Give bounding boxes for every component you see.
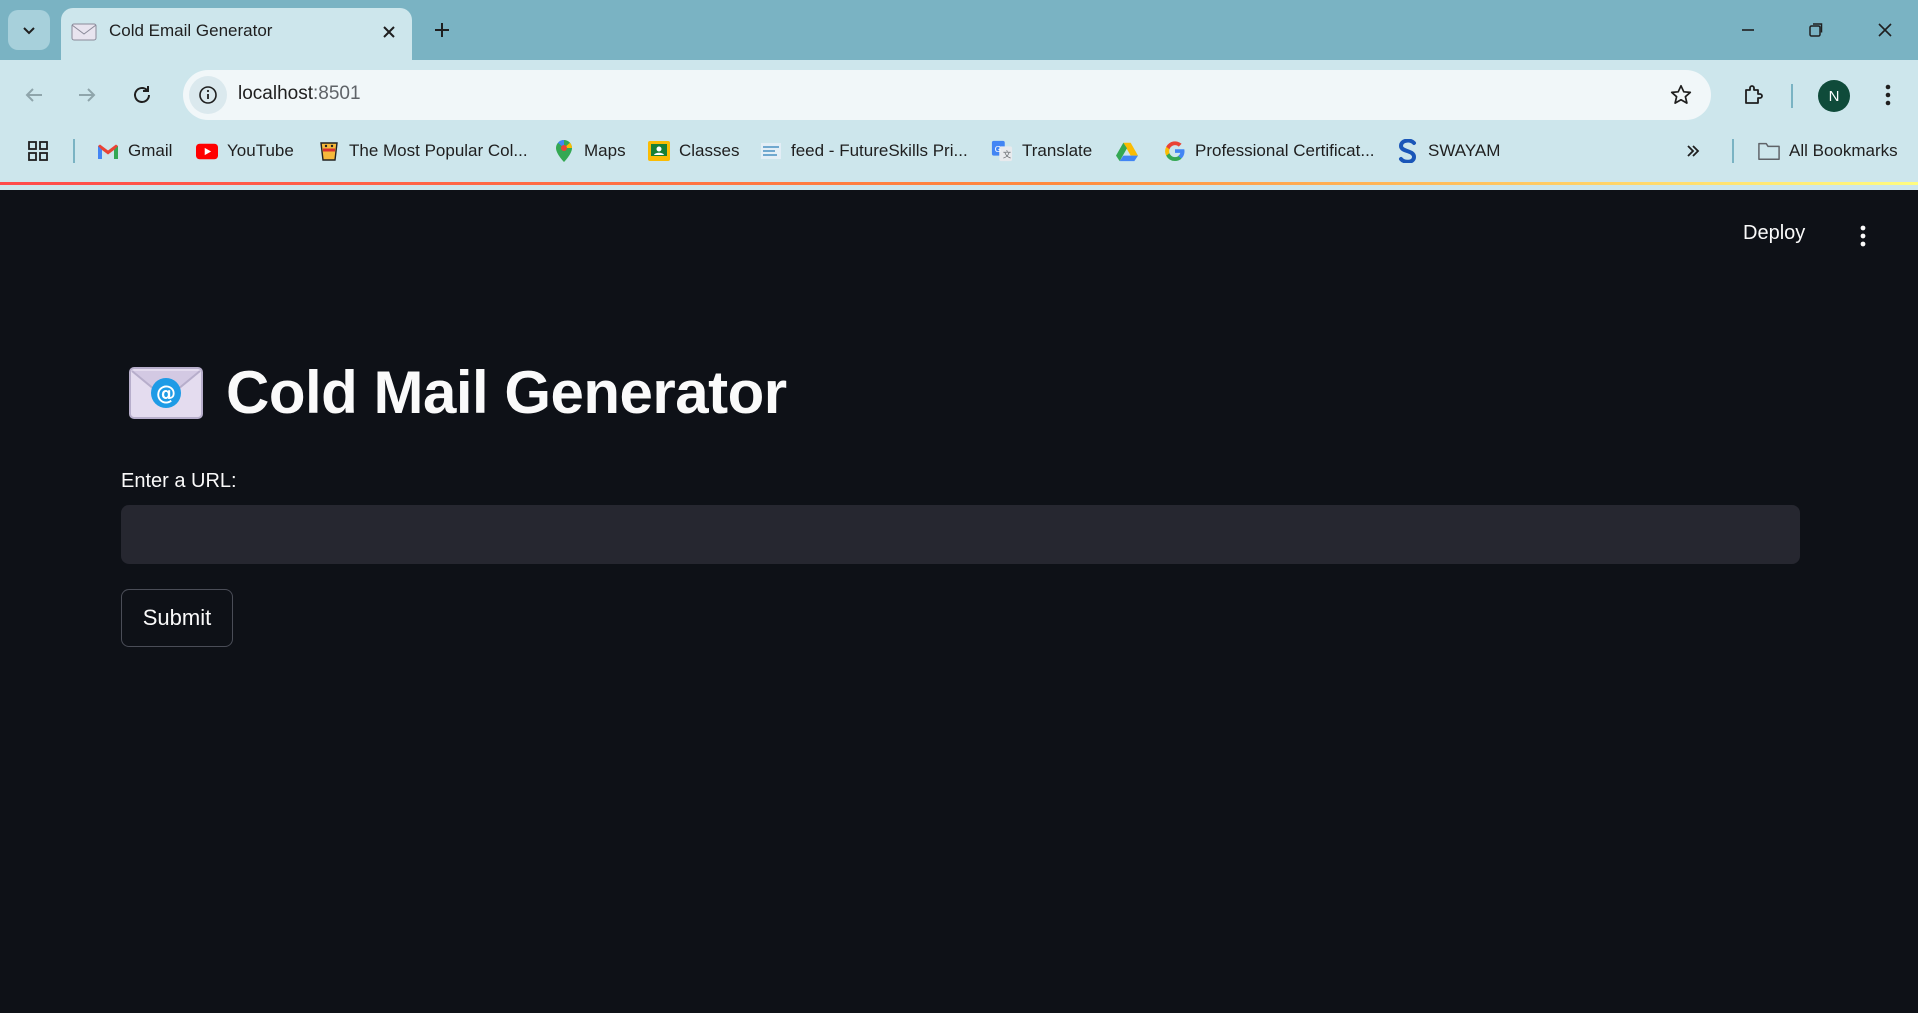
bookmark-label: YouTube [227, 141, 294, 160]
futureskills-icon [760, 140, 782, 162]
svg-text:文: 文 [1003, 149, 1011, 159]
bookmark-maps[interactable]: Maps [553, 131, 626, 171]
browser-menu-button[interactable] [1868, 75, 1908, 115]
cup-icon [318, 140, 340, 162]
bookmark-translate[interactable]: G文 Translate [991, 131, 1092, 171]
minimize-icon [1742, 29, 1754, 31]
app-title: Cold Mail Generator [226, 359, 787, 426]
envelope-icon [71, 23, 97, 41]
url-input[interactable] [121, 505, 1800, 564]
tab-strip: Cold Email Generator [0, 0, 1918, 60]
svg-text:G: G [995, 144, 1001, 154]
arrow-left-icon [25, 88, 42, 102]
close-icon [383, 26, 395, 38]
bookmarks-bar: Gmail YouTube The Most Popular Col... Ma… [0, 131, 1918, 171]
extensions-button[interactable] [1734, 75, 1774, 115]
classroom-icon [648, 140, 670, 162]
bookmark-label: All Bookmarks [1789, 141, 1898, 160]
url-input-label: Enter a URL: [121, 470, 237, 492]
google-icon [1164, 140, 1186, 162]
star-icon [1670, 84, 1692, 104]
more-vert-icon [1885, 84, 1891, 106]
streamlit-top-decoration [0, 182, 1918, 185]
translate-icon: G文 [991, 140, 1013, 162]
bookmark-label: The Most Popular Col... [349, 141, 528, 160]
envelope-with-at-icon: @ [129, 366, 203, 419]
restore-button[interactable] [1792, 10, 1840, 50]
more-vert-icon [1860, 225, 1866, 247]
url-text[interactable]: localhost:8501 [238, 83, 361, 105]
bookmark-label: SWAYAM [1428, 141, 1501, 160]
bookmark-gmail[interactable]: Gmail [97, 131, 172, 171]
apps-grid-icon [28, 141, 48, 161]
close-icon [1878, 23, 1892, 37]
svg-text:@: @ [156, 381, 176, 405]
page-title: @ Cold Mail Generator [128, 358, 787, 427]
url-port: :8501 [313, 83, 361, 104]
forward-button[interactable] [67, 75, 107, 115]
minimize-button[interactable] [1724, 10, 1772, 50]
info-icon [199, 86, 217, 104]
tab-title: Cold Email Generator [109, 21, 273, 40]
bookmarks-divider [73, 139, 75, 163]
bookmark-swayam[interactable]: SWAYAM [1397, 131, 1500, 171]
apps-button[interactable] [26, 131, 50, 171]
youtube-icon [196, 140, 218, 162]
reload-button[interactable] [122, 75, 162, 115]
bookmark-label: feed - FutureSkills Pri... [791, 141, 968, 160]
tab-search-button[interactable] [8, 10, 50, 50]
swayam-icon [1397, 139, 1419, 163]
maps-icon [553, 140, 575, 162]
deploy-button[interactable]: Deploy [1743, 222, 1805, 245]
bookmark-classes[interactable]: Classes [648, 131, 739, 171]
all-bookmarks-button[interactable]: All Bookmarks [1758, 131, 1898, 171]
gmail-icon [97, 140, 119, 162]
bookmark-professional-certificate[interactable]: Professional Certificat... [1164, 131, 1375, 171]
bookmark-google-drive[interactable] [1116, 131, 1147, 171]
active-tab[interactable]: Cold Email Generator [61, 8, 412, 60]
tab-close-button[interactable] [376, 19, 402, 45]
close-window-button[interactable] [1861, 10, 1909, 50]
bookmark-popular-colleges[interactable]: The Most Popular Col... [318, 131, 528, 171]
double-chevron-right-icon [1687, 145, 1700, 157]
chevron-down-icon [23, 27, 35, 35]
toolbar-divider [1791, 84, 1793, 108]
bookmark-youtube[interactable]: YouTube [196, 131, 294, 171]
google-drive-icon [1116, 140, 1138, 162]
back-button[interactable] [14, 75, 54, 115]
url-host: localhost [238, 83, 313, 104]
bookmark-futureskills[interactable]: feed - FutureSkills Pri... [760, 131, 968, 171]
arrow-right-icon [79, 88, 96, 102]
bookmark-label: Professional Certificat... [1195, 141, 1375, 160]
restore-icon [1809, 23, 1823, 37]
bookmark-label: Translate [1022, 141, 1093, 160]
app-menu-button[interactable] [1850, 220, 1876, 252]
bookmark-star-button[interactable] [1667, 81, 1695, 109]
address-bar[interactable]: localhost:8501 [183, 70, 1711, 120]
site-info-button[interactable] [189, 76, 227, 114]
bookmarks-divider [1732, 139, 1734, 163]
bookmark-label: Gmail [128, 141, 173, 160]
submit-button[interactable]: Submit [121, 589, 233, 647]
bookmark-label: Classes [679, 141, 740, 160]
reload-icon [134, 86, 150, 103]
bookmark-label: Maps [584, 141, 626, 160]
new-tab-button[interactable] [426, 14, 458, 46]
plus-icon [435, 23, 449, 37]
puzzle-icon [1745, 85, 1763, 104]
more-bookmarks-button[interactable] [1685, 131, 1701, 171]
folder-icon [1758, 140, 1780, 162]
profile-avatar[interactable]: N [1818, 80, 1850, 112]
